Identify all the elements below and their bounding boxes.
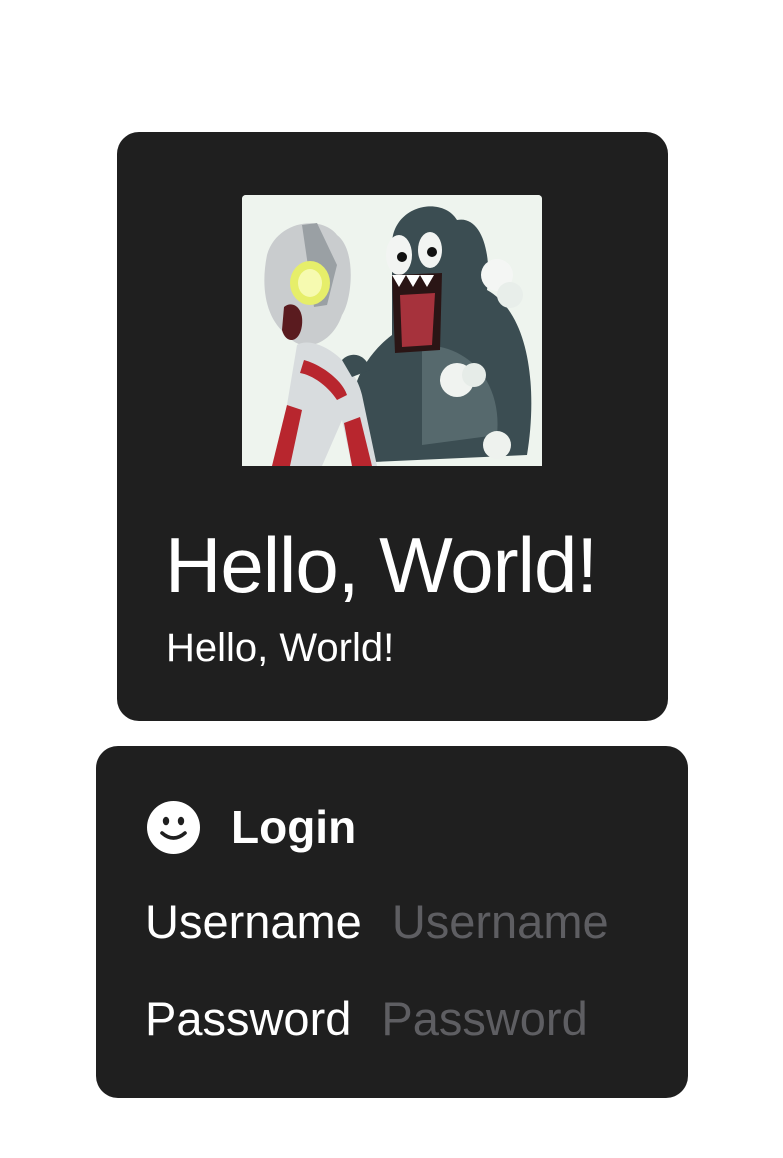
card-image bbox=[242, 195, 542, 466]
smiley-icon bbox=[147, 800, 200, 854]
hello-subtitle: Hello, World! bbox=[166, 626, 395, 670]
hello-title: Hello, World! bbox=[165, 521, 598, 609]
password-input[interactable] bbox=[381, 991, 642, 1047]
username-row: Username bbox=[145, 894, 652, 950]
username-input[interactable] bbox=[391, 894, 652, 950]
login-title: Login bbox=[231, 801, 357, 853]
password-label: Password bbox=[145, 992, 352, 1045]
login-card: Login Username Password bbox=[96, 746, 688, 1098]
login-header: Login bbox=[147, 800, 356, 854]
cartoon-illustration bbox=[242, 195, 542, 466]
page: Hello, World! Hello, World! Login Userna… bbox=[0, 0, 783, 1158]
password-row: Password bbox=[145, 991, 642, 1047]
hello-card: Hello, World! Hello, World! bbox=[117, 132, 668, 721]
username-label: Username bbox=[145, 895, 362, 948]
